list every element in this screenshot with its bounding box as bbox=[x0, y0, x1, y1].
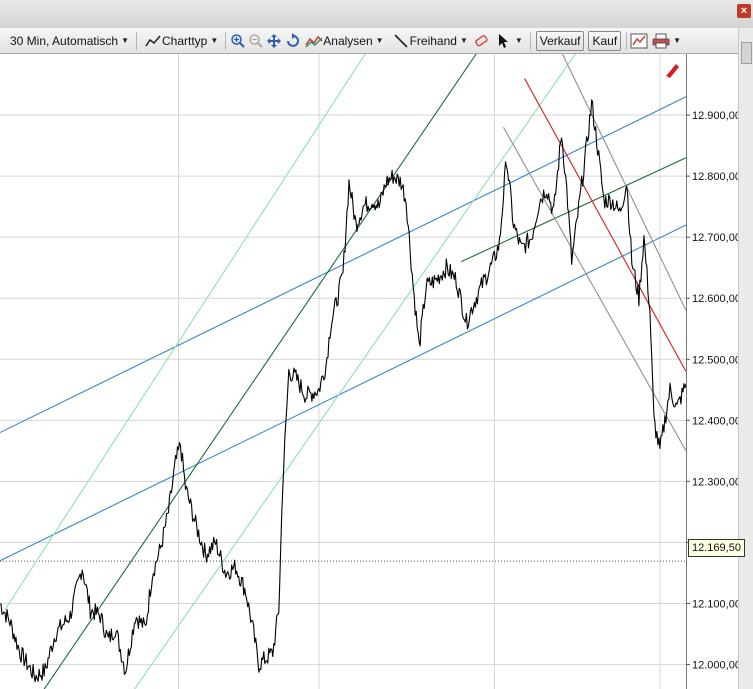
interval-label: 30 Min, Automatisch bbox=[10, 33, 119, 48]
y-tick-label: 12.000,00 bbox=[692, 660, 738, 672]
chevron-down-icon: ▼ bbox=[375, 36, 384, 45]
window-top-strip: × bbox=[0, 0, 753, 29]
undo-icon[interactable] bbox=[283, 32, 301, 50]
charttype-dropdown[interactable]: Charttyp ▼ bbox=[140, 30, 222, 51]
analysen-dropdown[interactable]: Analysen ▼ bbox=[301, 30, 387, 51]
freihand-label: Freihand bbox=[409, 33, 457, 48]
y-tick-label: 12.900,00 bbox=[692, 110, 738, 122]
y-tick-label: 12.600,00 bbox=[692, 293, 738, 305]
y-tick-label: 12.800,00 bbox=[692, 171, 738, 183]
line-chart-icon bbox=[144, 32, 162, 50]
chevron-down-icon: ▼ bbox=[459, 36, 468, 45]
toolbar-divider bbox=[135, 31, 137, 50]
verkauf-button[interactable]: Verkauf bbox=[535, 30, 585, 51]
chevron-down-icon: ▼ bbox=[210, 36, 219, 45]
trend-line bbox=[524, 78, 686, 372]
current-price-label: 12.169,50 bbox=[688, 539, 745, 557]
pen-line-icon bbox=[392, 32, 410, 50]
trend-lines bbox=[0, 54, 686, 689]
price-chart[interactable]: 12.000,0012.100,0012.200,0012.300,0012.4… bbox=[0, 54, 738, 689]
freihand-dropdown[interactable]: Freihand ▼ bbox=[388, 30, 472, 51]
toolbar-divider bbox=[225, 31, 227, 50]
move-icon[interactable] bbox=[265, 32, 283, 50]
zoom-out-icon[interactable] bbox=[247, 32, 265, 50]
trend-line bbox=[0, 224, 686, 562]
vertical-scrollbar[interactable] bbox=[738, 28, 753, 689]
trend-line bbox=[561, 54, 686, 311]
y-tick-label: 12.100,00 bbox=[692, 599, 738, 611]
y-axis: 12.000,0012.100,0012.200,0012.300,0012.4… bbox=[686, 54, 738, 689]
chevron-down-icon: ▼ bbox=[673, 36, 682, 45]
cursor-icon bbox=[494, 32, 512, 50]
analysen-label: Analysen bbox=[323, 33, 373, 48]
chart-toolbar: 30 Min, Automatisch ▼ Charttyp ▼ Analysen ▼… bbox=[0, 28, 753, 54]
print-icon bbox=[652, 32, 670, 50]
drawing-tool-markers bbox=[666, 64, 679, 78]
chart-settings-icon[interactable] bbox=[630, 32, 648, 50]
price-line bbox=[0, 99, 686, 683]
chevron-down-icon: ▼ bbox=[514, 36, 523, 45]
toolbar-divider bbox=[529, 31, 531, 50]
kauf-button[interactable]: Kauf bbox=[588, 30, 622, 51]
pen-marker-icon bbox=[666, 64, 679, 78]
trend-line bbox=[4, 54, 366, 610]
y-tick-label: 12.500,00 bbox=[692, 354, 738, 366]
y-tick-label: 12.400,00 bbox=[692, 415, 738, 427]
cursor-dropdown[interactable]: ▼ bbox=[490, 30, 527, 51]
price-series bbox=[0, 99, 686, 683]
chevron-down-icon: ▼ bbox=[121, 36, 129, 45]
charttype-label: Charttyp bbox=[161, 33, 208, 48]
eraser-icon[interactable] bbox=[472, 32, 490, 50]
close-icon[interactable]: × bbox=[737, 4, 751, 18]
scrollbar-thumb[interactable] bbox=[741, 42, 752, 64]
toolbar-divider bbox=[626, 31, 628, 50]
y-tick-label: 12.700,00 bbox=[692, 232, 738, 244]
y-tick-label: 12.300,00 bbox=[692, 476, 738, 488]
trend-line bbox=[43, 54, 477, 689]
print-dropdown[interactable]: ▼ bbox=[648, 30, 685, 51]
chart-grid bbox=[0, 54, 686, 689]
zoom-in-icon[interactable] bbox=[229, 32, 247, 50]
interval-dropdown[interactable]: 30 Min, Automatisch ▼ bbox=[0, 30, 133, 51]
analysis-icon bbox=[305, 32, 323, 50]
